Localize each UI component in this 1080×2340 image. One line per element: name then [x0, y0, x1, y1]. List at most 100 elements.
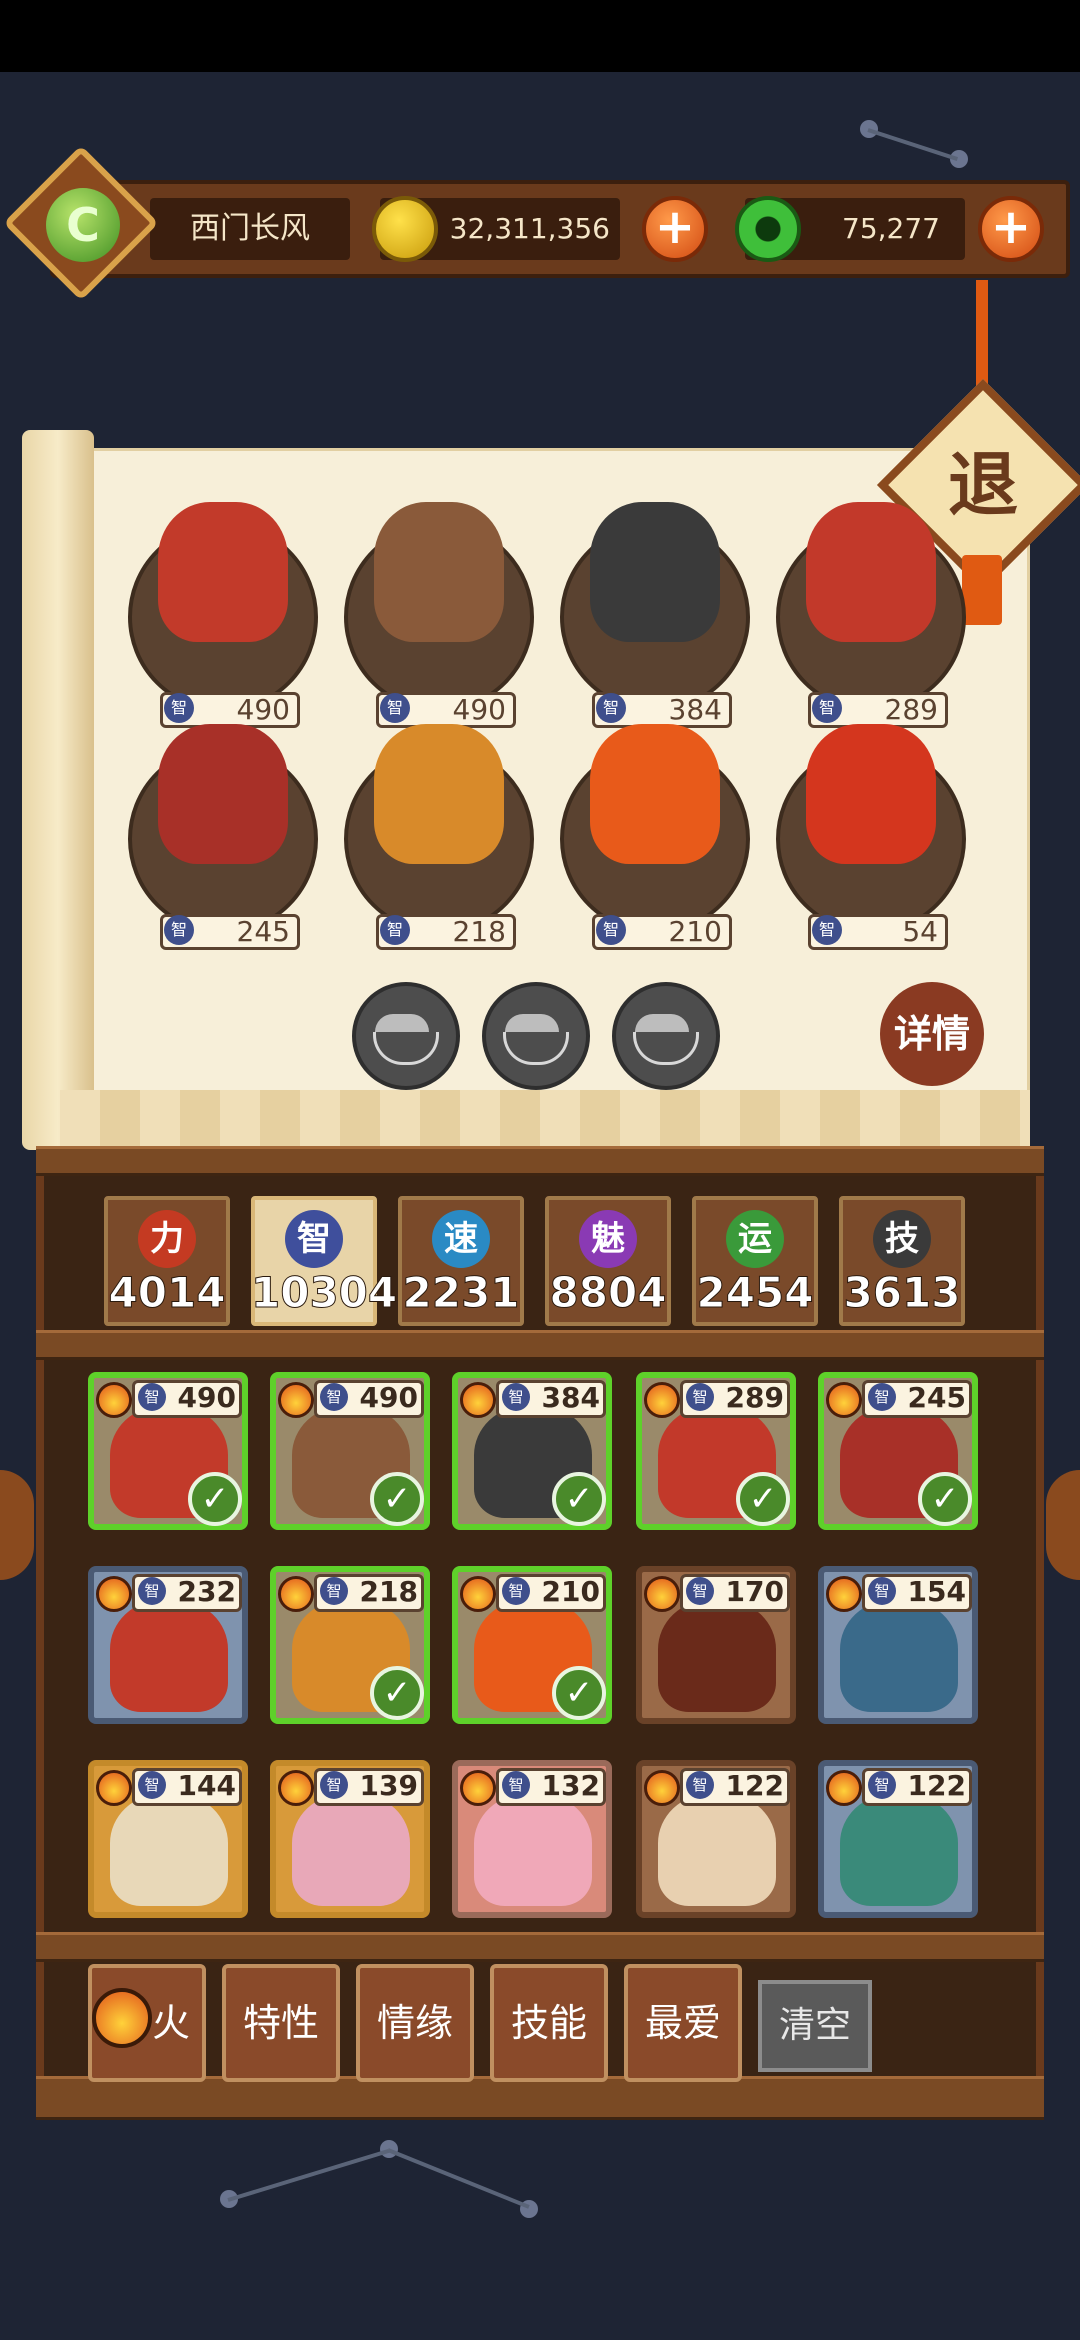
hero-stat-value: 218 — [359, 1575, 418, 1608]
gold-coin-icon — [372, 196, 438, 262]
trait-filter-button[interactable]: 特性 — [222, 1964, 340, 2082]
constellation-line — [227, 2148, 390, 2202]
stat-total: 3613 — [843, 1268, 961, 1318]
skill-filter-button[interactable]: 技能 — [490, 1964, 608, 2082]
add-coins-button[interactable]: + — [642, 196, 708, 262]
hero-stat-value: 139 — [359, 1769, 418, 1802]
fire-element-icon — [460, 1382, 496, 1418]
fire-element-icon — [460, 1576, 496, 1612]
check-icon: ✓ — [736, 1472, 790, 1526]
shelf-plank — [36, 2076, 1044, 2120]
hero-portrait — [474, 1794, 592, 1906]
jade-icon — [735, 196, 801, 262]
intelligence-icon: 智 — [686, 1771, 714, 1799]
hero-portrait — [590, 724, 720, 864]
hero-stat-value: 218 — [452, 915, 506, 948]
rice-bowl-icon — [505, 1014, 559, 1032]
fire-element-icon — [278, 1576, 314, 1612]
intelligence-icon: 智 — [320, 1771, 348, 1799]
hero-portrait — [840, 1794, 958, 1906]
stat-icon: 技 — [873, 1210, 931, 1268]
check-icon: ✓ — [188, 1472, 242, 1526]
fire-element-icon — [278, 1382, 314, 1418]
intelligence-icon: 智 — [868, 1383, 896, 1411]
stat-total: 4014 — [108, 1268, 226, 1318]
fire-element-icon — [644, 1576, 680, 1612]
intelligence-icon: 智 — [164, 693, 194, 723]
hero-stat-value: 232 — [177, 1575, 236, 1608]
hero-stat-value: 122 — [725, 1769, 784, 1802]
fire-element-icon — [96, 1770, 132, 1806]
fire-element-icon — [460, 1770, 496, 1806]
fire-element-icon — [96, 1576, 132, 1612]
intelligence-icon: 智 — [686, 1383, 714, 1411]
hero-stat-value: 384 — [541, 1381, 600, 1414]
stat-total: 10304 — [251, 1268, 398, 1318]
details-button[interactable]: 详情 — [880, 982, 984, 1086]
logo-glyph: C — [66, 198, 100, 252]
fire-element-icon — [644, 1770, 680, 1806]
side-knob-left — [0, 1470, 34, 1580]
hero-stat-value: 154 — [907, 1575, 966, 1608]
hero-stat-value: 122 — [907, 1769, 966, 1802]
hero-portrait — [158, 724, 288, 864]
intelligence-icon: 智 — [812, 693, 842, 723]
check-icon: ✓ — [552, 1472, 606, 1526]
shelf-plank — [36, 1932, 1044, 1962]
hero-stat-value: 54 — [902, 915, 938, 948]
hero-portrait — [374, 502, 504, 642]
check-icon: ✓ — [918, 1472, 972, 1526]
stat-icon: 速 — [432, 1210, 490, 1268]
intelligence-icon: 智 — [380, 693, 410, 723]
fire-element-icon — [826, 1770, 862, 1806]
jade-amount: 75,277 — [842, 212, 940, 245]
stat-total: 2454 — [696, 1268, 814, 1318]
shelf-plank — [36, 1146, 1044, 1176]
hero-stat-value: 289 — [884, 693, 938, 726]
hero-portrait — [590, 502, 720, 642]
hero-portrait — [840, 1600, 958, 1712]
hero-stat-value: 245 — [907, 1381, 966, 1414]
hero-portrait — [806, 724, 936, 864]
stat-total: 8804 — [549, 1268, 667, 1318]
fire-element-icon — [826, 1576, 862, 1612]
intelligence-icon: 智 — [320, 1383, 348, 1411]
intelligence-icon: 智 — [868, 1771, 896, 1799]
hero-stat-value: 132 — [541, 1769, 600, 1802]
constellation-line — [387, 2148, 530, 2209]
fire-element-icon — [644, 1382, 680, 1418]
intelligence-icon: 智 — [502, 1383, 530, 1411]
intelligence-icon: 智 — [320, 1577, 348, 1605]
intelligence-icon: 智 — [596, 693, 626, 723]
intelligence-icon: 智 — [686, 1577, 714, 1605]
hero-stat-value: 490 — [359, 1381, 418, 1414]
hero-portrait — [292, 1794, 410, 1906]
intelligence-icon: 智 — [596, 915, 626, 945]
add-jade-button[interactable]: + — [978, 196, 1044, 262]
hero-portrait — [374, 724, 504, 864]
hero-stat-value: 170 — [725, 1575, 784, 1608]
intelligence-icon: 智 — [138, 1577, 166, 1605]
hero-stat-value: 210 — [668, 915, 722, 948]
hero-portrait — [658, 1794, 776, 1906]
clear-filter-button[interactable]: 清空 — [758, 1980, 872, 2072]
player-name: 西门长风 — [190, 211, 310, 246]
check-icon: ✓ — [370, 1472, 424, 1526]
intelligence-icon: 智 — [502, 1577, 530, 1605]
stat-icon: 智 — [285, 1210, 343, 1268]
scroll-roll — [22, 430, 94, 1150]
fire-element-icon — [826, 1382, 862, 1418]
hero-stat-value: 490 — [177, 1381, 236, 1414]
favorite-filter-button[interactable]: 最爱 — [624, 1964, 742, 2082]
hero-stat-value: 490 — [236, 693, 290, 726]
stat-icon: 魅 — [579, 1210, 637, 1268]
intelligence-icon: 智 — [164, 915, 194, 945]
bond-filter-button[interactable]: 情缘 — [356, 1964, 474, 2082]
fire-icon — [92, 1988, 152, 2048]
scroll-wave-border — [60, 1090, 1030, 1148]
stat-icon: 运 — [726, 1210, 784, 1268]
hero-stat-value: 245 — [236, 915, 290, 948]
intelligence-icon: 智 — [502, 1771, 530, 1799]
fire-element-icon — [278, 1770, 314, 1806]
hero-stat-value: 384 — [668, 693, 722, 726]
